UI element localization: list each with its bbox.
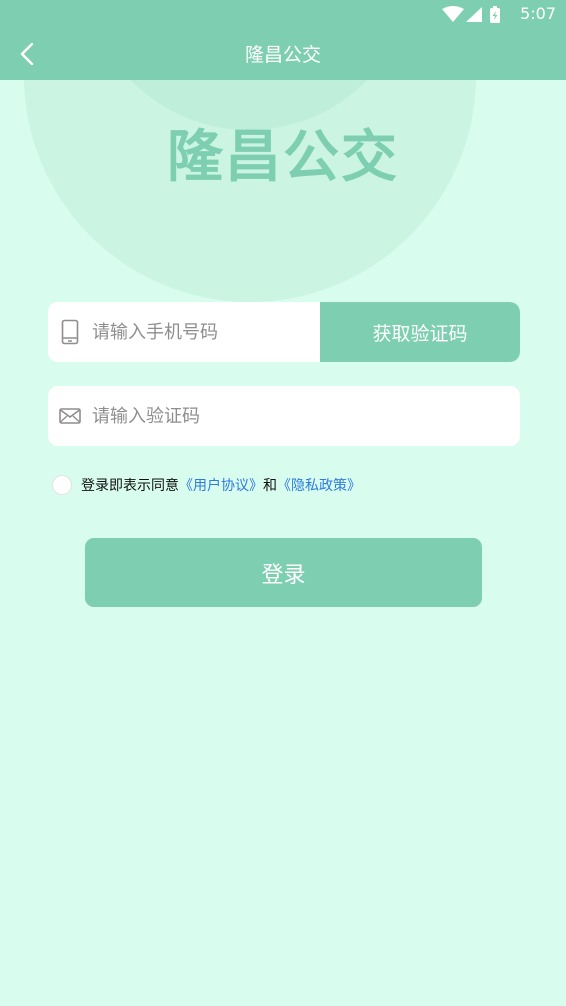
user-agreement-link[interactable]: 《用户协议》 [179, 475, 263, 495]
code-row [48, 386, 520, 446]
status-icons [442, 6, 508, 24]
battery-icon [490, 6, 500, 23]
phone-input[interactable] [92, 302, 312, 362]
nav-title: 隆昌公交 [244, 44, 321, 66]
agreement-and: 和 [263, 478, 277, 494]
get-code-button[interactable]: 获取验证码 [320, 302, 520, 362]
status-bar: 5:07 [0, 0, 566, 28]
agreement-prefix: 登录即表示同意 [81, 478, 179, 494]
brand-title: 隆昌公交 [167, 125, 399, 190]
status-icons-svg [442, 6, 500, 23]
nav-bar: 隆昌公交 [0, 28, 566, 80]
status-time: 5:07 [520, 4, 556, 23]
phone-row: 获取验证码 [48, 302, 520, 362]
code-input[interactable] [92, 386, 502, 446]
mail-icon [58, 402, 82, 430]
top-bar: 5:07 隆昌公交 [0, 0, 566, 80]
agree-radio[interactable] [52, 475, 72, 495]
phone-icon [58, 318, 82, 346]
login-button[interactable]: 登录 [85, 538, 482, 607]
wifi-icon [442, 6, 464, 22]
agreement-row: 登录即表示同意 《用户协议》 和 《隐私政策》 [52, 474, 361, 496]
signal-icon [466, 7, 482, 22]
privacy-policy-link[interactable]: 《隐私政策》 [277, 475, 361, 495]
